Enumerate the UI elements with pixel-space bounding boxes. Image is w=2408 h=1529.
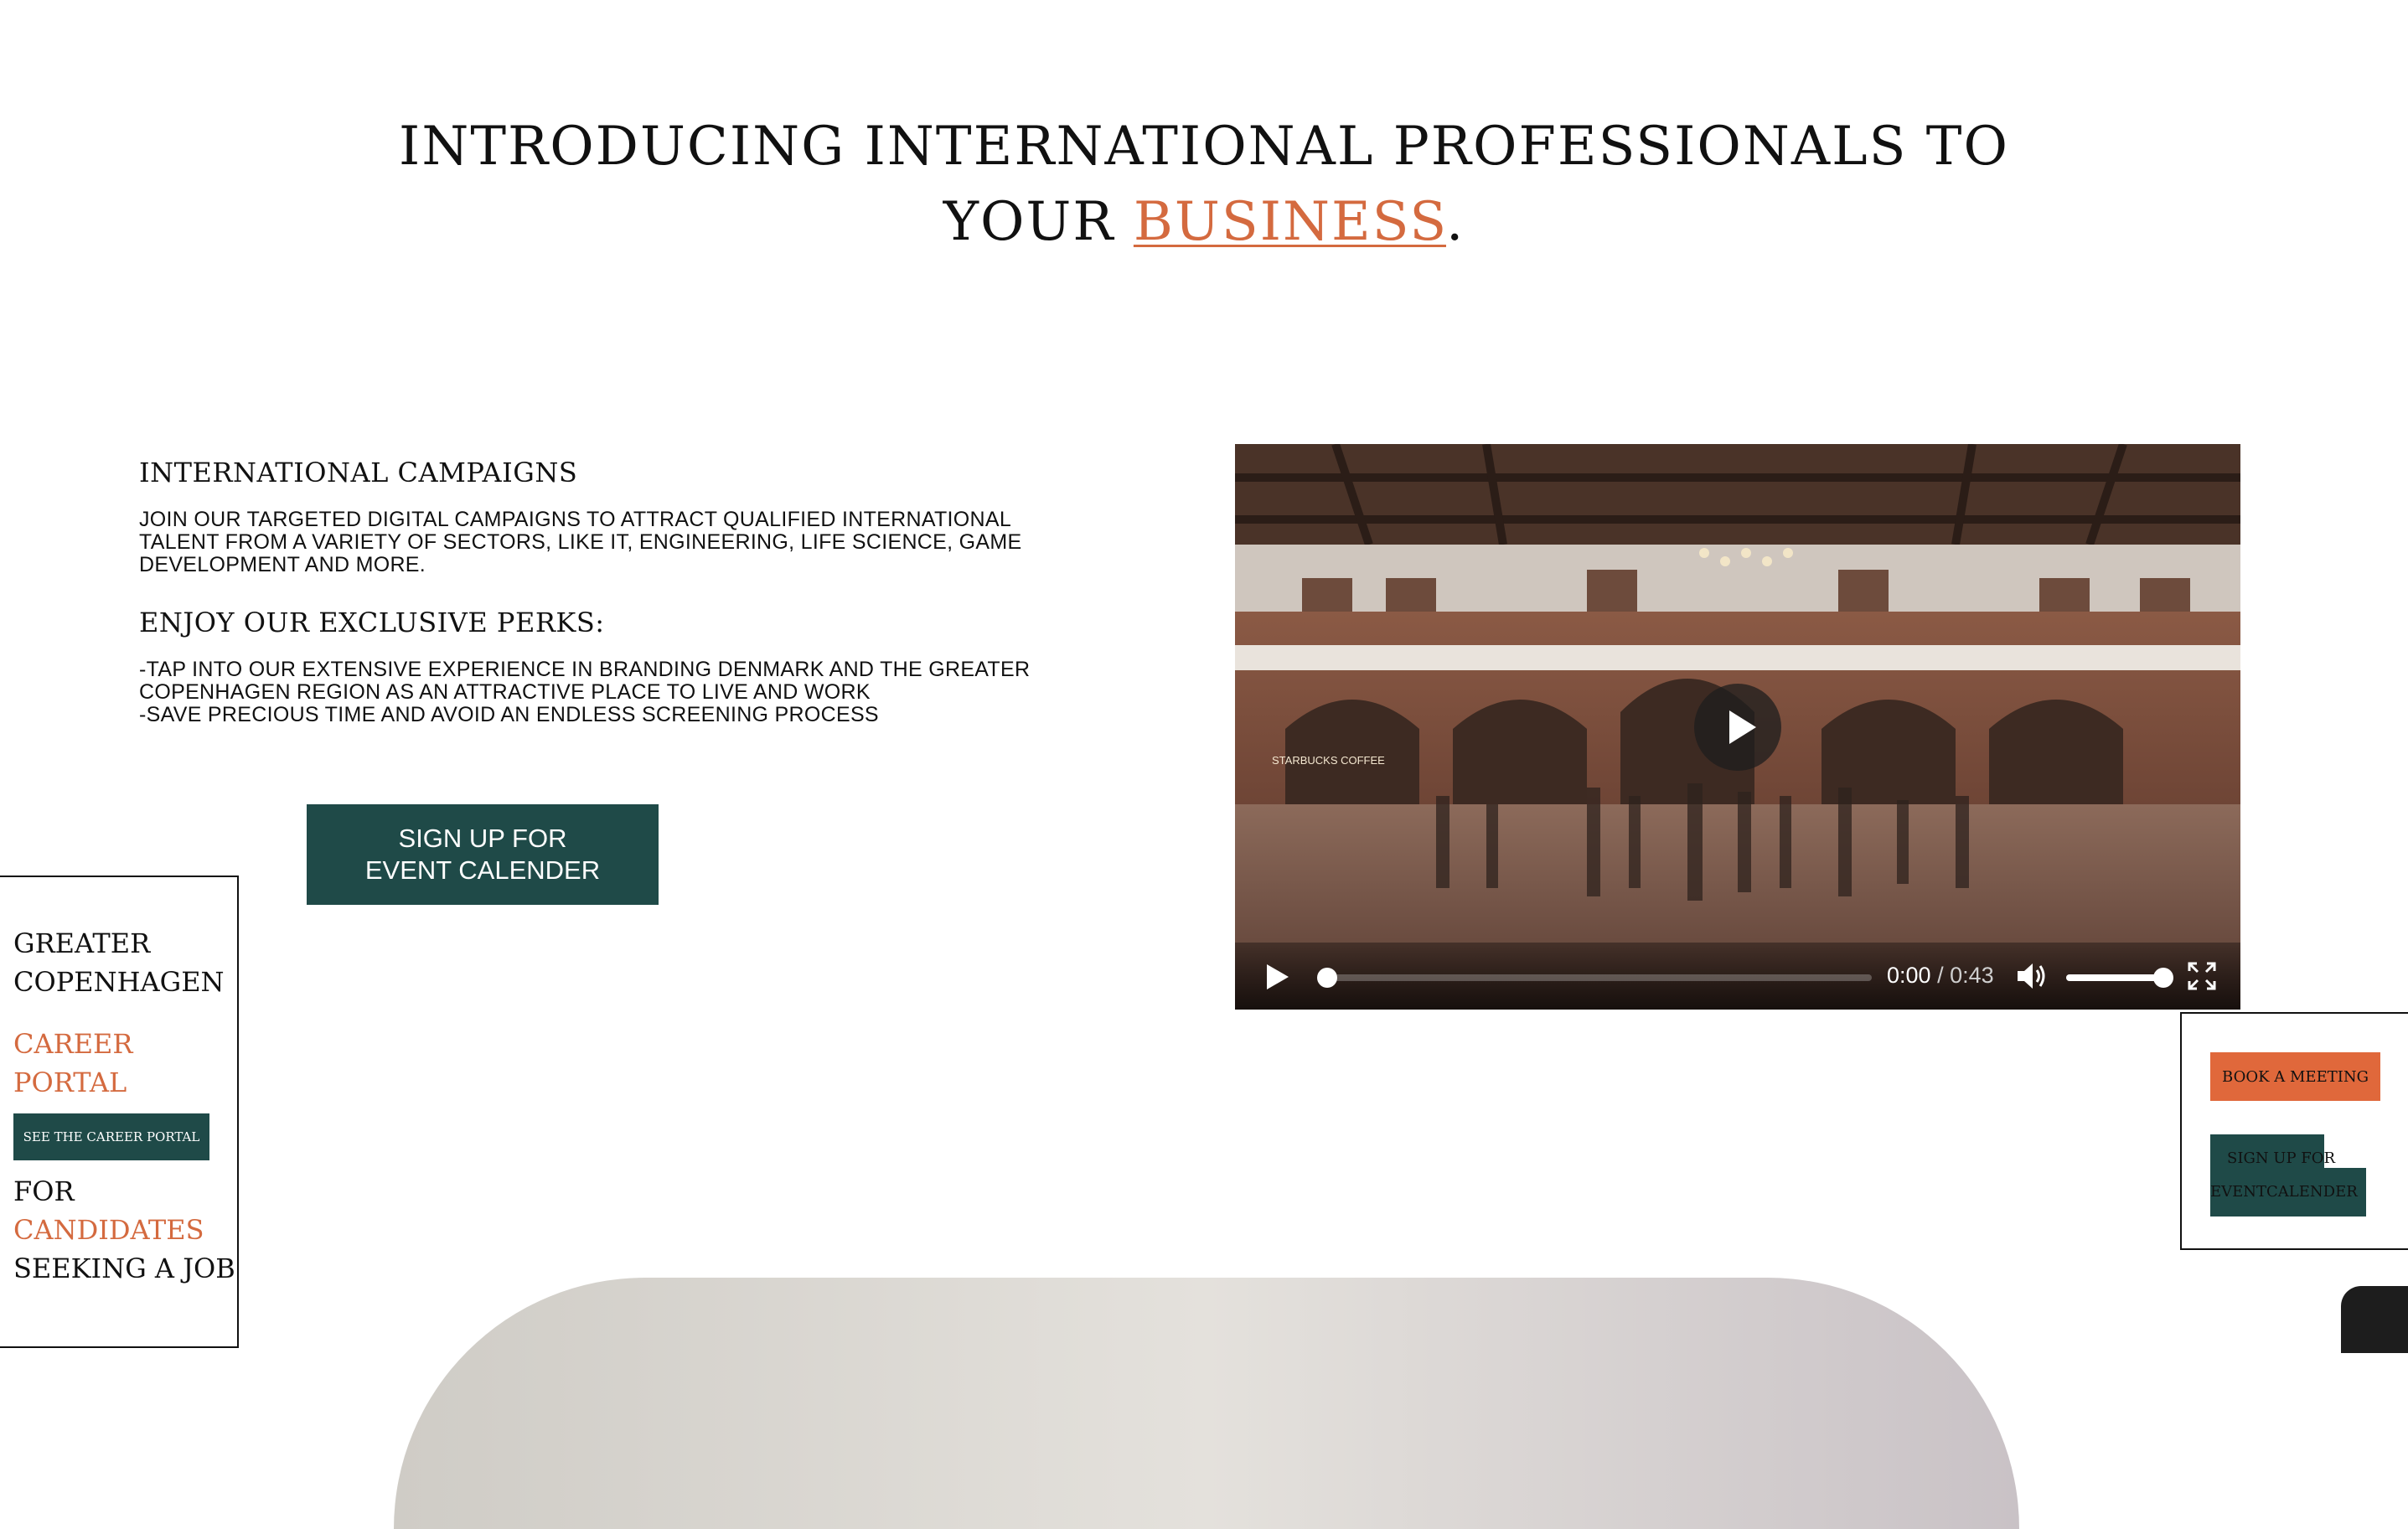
signup-label-line-1: SIGN UP FOR xyxy=(2227,1149,2336,1167)
campaigns-section: INTERNATIONAL CAMPAIGNS JOIN OUR TARGETE… xyxy=(139,457,1077,757)
volume-handle[interactable] xyxy=(2153,968,2173,988)
perk-item: -TAP INTO OUR EXTENSIVE EXPERIENCE IN BR… xyxy=(139,658,1031,704)
perks-list: -TAP INTO OUR EXTENSIVE EXPERIENCE IN BR… xyxy=(139,659,1077,726)
signup-label-line-2: EVENTCALENDER xyxy=(2210,1183,2358,1201)
chat-widget-tab[interactable] xyxy=(2341,1286,2408,1353)
campaigns-body: JOIN OUR TARGETED DIGITAL CAMPAIGNS TO A… xyxy=(139,508,1022,576)
signup-event-calendar-button[interactable]: SIGN UP FOR EVENT CALENDER xyxy=(307,804,659,905)
current-time: 0:00 xyxy=(1887,963,1931,988)
volume-icon[interactable] xyxy=(2016,961,2049,991)
see-career-portal-button[interactable]: SEE THE CAREER PORTAL xyxy=(13,1113,209,1160)
seeking-label: SEEKING A JOB xyxy=(13,1253,235,1284)
hero-title: INTRODUCING INTERNATIONAL PROFESSIONALS … xyxy=(0,109,2408,260)
perk-item: -SAVE PRECIOUS TIME AND AVOID AN ENDLESS… xyxy=(139,703,879,726)
career-portal-title: GREATER COPENHAGEN xyxy=(13,924,225,1001)
volume-level xyxy=(2066,974,2165,981)
time-separator: / xyxy=(1930,963,1951,988)
duration: 0:43 xyxy=(1950,963,1994,988)
play-icon[interactable] xyxy=(1265,964,1289,989)
accent-line-1: CAREER xyxy=(13,1028,133,1060)
meeting-widget: BOOK A MEETING SIGN UP FOR EVENTCALENDER xyxy=(2180,1012,2408,1250)
section-image-preview xyxy=(394,1278,2019,1529)
accent-line-2: PORTAL xyxy=(13,1067,127,1098)
career-portal-widget: GREATER COPENHAGEN CAREER PORTAL SEE THE… xyxy=(0,876,239,1348)
signup-eventcalender-button[interactable]: SIGN UP FOR EVENTCALENDER xyxy=(2210,1134,2368,1216)
title-line-2: COPENHAGEN xyxy=(13,966,225,998)
for-candidates-text: FOR CANDIDATES SEEKING A JOB xyxy=(13,1172,235,1288)
career-portal-accent: CAREER PORTAL xyxy=(13,1025,133,1102)
video-controls: 0:00 / 0:43 xyxy=(1235,943,2240,1010)
hero-line-2-prefix: YOUR xyxy=(943,191,1115,253)
fullscreen-icon[interactable] xyxy=(2187,961,2217,991)
poster-sign-text: STARBUCKS COFFEE xyxy=(1272,754,1385,767)
signup-button-line-2: EVENT CALENDER xyxy=(364,855,601,885)
title-line-1: GREATER xyxy=(13,927,151,959)
hero-line-2-suffix: . xyxy=(1445,191,1465,253)
seek-handle[interactable] xyxy=(1317,968,1337,988)
hero-accent-link[interactable]: BUSINESS xyxy=(1134,191,1446,253)
signup-button-line-1: SIGN UP FOR xyxy=(398,824,567,853)
book-meeting-button[interactable]: BOOK A MEETING xyxy=(2210,1052,2380,1101)
perks-heading: ENJOY OUR EXCLUSIVE PERKS: xyxy=(139,607,605,638)
video-player[interactable]: STARBUCKS COFFEE 0:00 / 0:43 xyxy=(1235,444,2240,1010)
seek-bar[interactable] xyxy=(1317,968,1872,988)
campaigns-heading: INTERNATIONAL CAMPAIGNS xyxy=(139,457,578,488)
candidates-label: CANDIDATES xyxy=(13,1214,204,1246)
video-play-overlay-button[interactable] xyxy=(1694,684,1781,771)
for-label: FOR xyxy=(13,1175,75,1207)
time-display: 0:00 / 0:43 xyxy=(1887,963,1994,989)
volume-slider[interactable] xyxy=(2066,968,2173,988)
hero-line-1: INTRODUCING INTERNATIONAL PROFESSIONALS … xyxy=(399,116,2009,178)
